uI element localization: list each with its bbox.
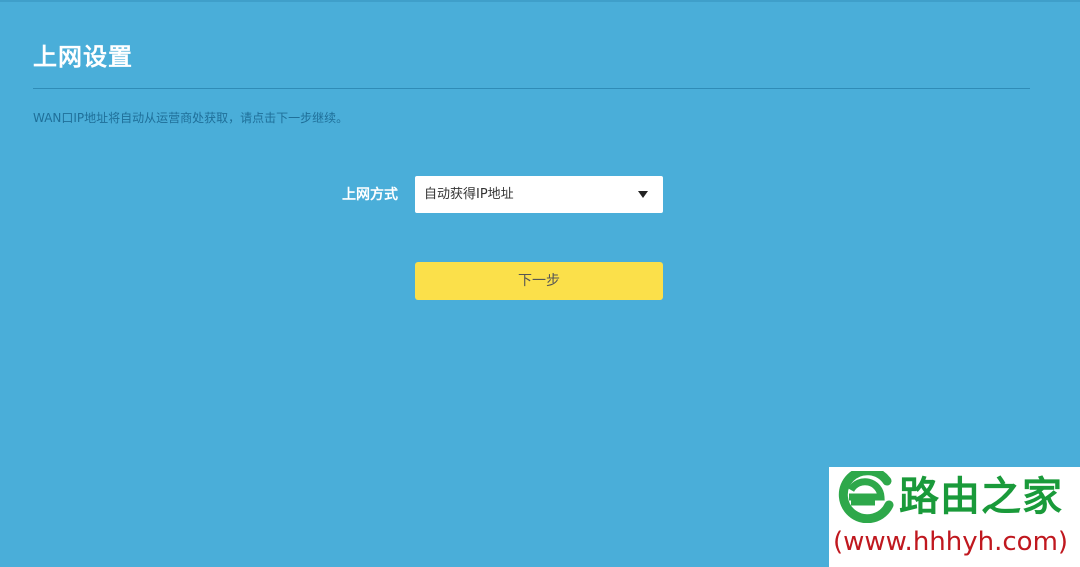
watermark-name: 路由之家 — [899, 473, 1063, 520]
hint-text: WAN口IP地址将自动从运营商处获取，请点击下一步继续。 — [33, 111, 349, 125]
page-title: 上网设置 — [33, 43, 133, 71]
connection-type-label: 上网方式 — [342, 187, 398, 203]
watermark-url: (www.hhhyh.com) — [833, 527, 1069, 557]
title-divider — [33, 88, 1030, 89]
watermark: 路由之家 (www.hhhyh.com) — [829, 467, 1080, 567]
next-button[interactable]: 下一步 — [415, 262, 663, 300]
router-home-logo-icon — [838, 471, 894, 523]
chevron-down-icon[interactable] — [638, 191, 648, 198]
connection-type-select[interactable]: 自动获得IP地址 — [415, 176, 663, 213]
top-edge — [0, 0, 1080, 2]
connection-type-value: 自动获得IP地址 — [424, 187, 514, 202]
wizard-page: 上网设置 WAN口IP地址将自动从运营商处获取，请点击下一步继续。 上网方式 自… — [0, 0, 1080, 567]
